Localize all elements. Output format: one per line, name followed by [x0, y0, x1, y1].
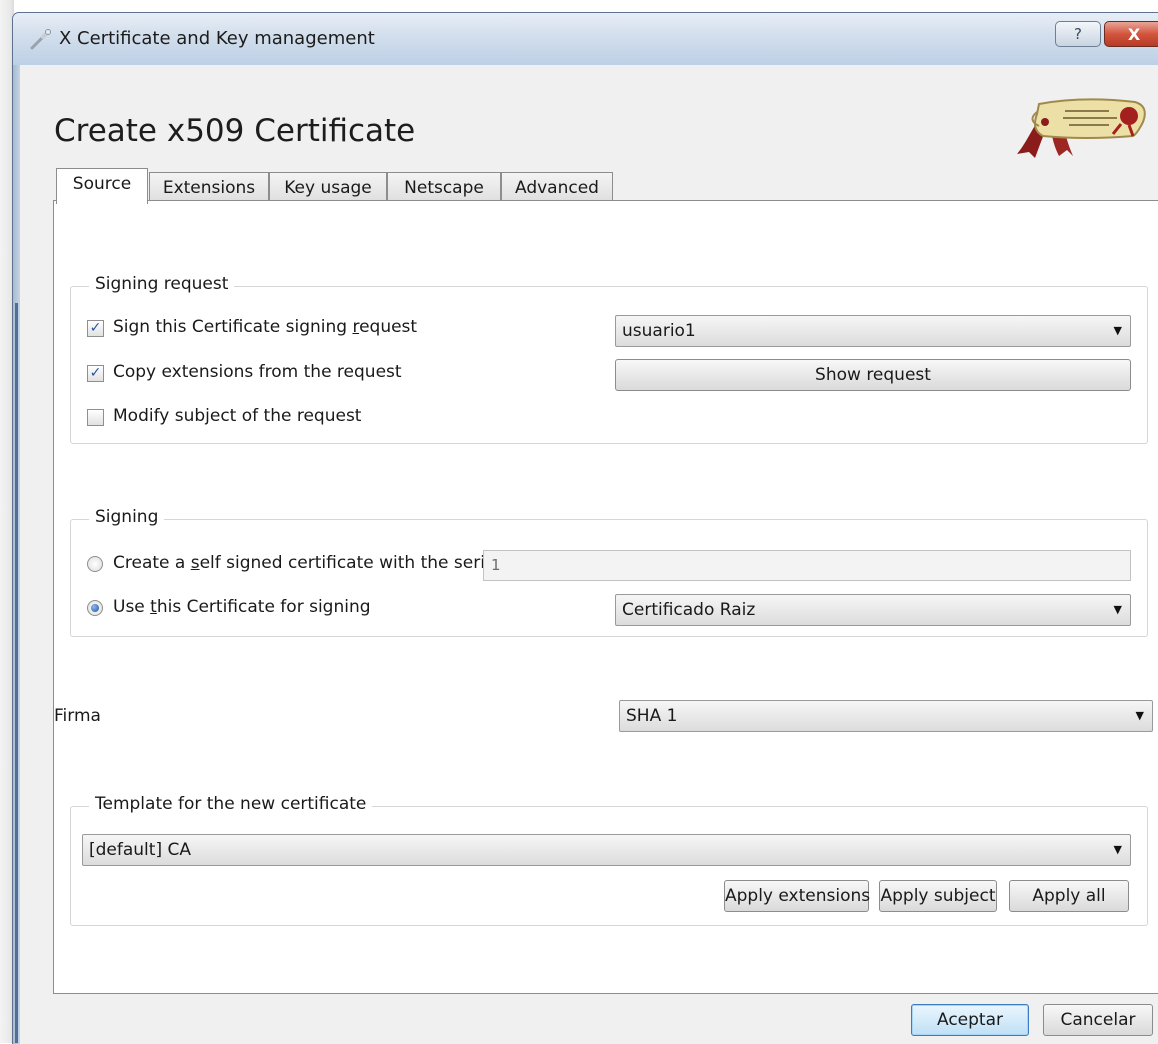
sign-csr-label[interactable]: Sign this Certificate signing request — [113, 317, 417, 337]
sign-csr-checkbox[interactable]: ✓ — [87, 320, 104, 337]
signing-request-group: Signing request ✓ Sign this Certificate … — [70, 274, 1148, 444]
firma-select[interactable]: SHA 1 ▼ — [619, 700, 1153, 732]
dialog-client-area: Create x509 Certificate Source Extension… — [20, 65, 1158, 1044]
self-signed-radio[interactable] — [87, 556, 103, 572]
chevron-down-icon: ▼ — [1113, 603, 1122, 616]
chevron-down-icon: ▼ — [1113, 843, 1122, 856]
chevron-down-icon: ▼ — [1113, 324, 1122, 337]
template-select[interactable]: [default] CA ▼ — [82, 834, 1131, 866]
template-group: Template for the new certificate [defaul… — [70, 794, 1148, 926]
modify-subject-checkbox[interactable] — [87, 409, 104, 426]
close-button[interactable]: X — [1104, 21, 1158, 47]
dialog-window: X Certificate and Key management ? X Cre… — [12, 12, 1158, 1044]
template-title: Template for the new certificate — [89, 794, 373, 814]
apply-extensions-button[interactable]: Apply extensions — [724, 880, 870, 912]
copy-extensions-checkbox[interactable]: ✓ — [87, 365, 104, 382]
request-select[interactable]: usuario1 ▼ — [615, 315, 1131, 347]
help-button[interactable]: ? — [1055, 21, 1101, 47]
serial-field[interactable]: 1 — [483, 550, 1131, 581]
tab-source[interactable]: Source — [56, 168, 148, 204]
title-bar[interactable]: X Certificate and Key management ? X — [13, 13, 1158, 65]
chevron-down-icon: ▼ — [1135, 709, 1144, 722]
copy-extensions-label[interactable]: Copy extensions from the request — [113, 362, 402, 382]
apply-subject-button[interactable]: Apply subject — [879, 880, 997, 912]
signing-request-title: Signing request — [89, 274, 235, 294]
apply-all-button[interactable]: Apply all — [1009, 880, 1129, 912]
signing-title: Signing — [89, 507, 165, 527]
window-title: X Certificate and Key management — [59, 28, 375, 49]
modify-subject-label[interactable]: Modify subject of the request — [113, 406, 361, 426]
signing-group: Signing Create a self signed certificate… — [70, 507, 1148, 637]
show-request-button[interactable]: Show request — [615, 359, 1131, 391]
ok-button[interactable]: Aceptar — [911, 1004, 1029, 1036]
firma-label: Firma — [54, 706, 101, 726]
use-cert-label[interactable]: Use this Certificate for signing — [113, 597, 371, 617]
certificate-seal-logo — [1017, 98, 1146, 158]
source-tab-pane: Signing request ✓ Sign this Certificate … — [53, 200, 1158, 994]
signing-cert-select[interactable]: Certificado Raiz ▼ — [615, 594, 1131, 626]
cancel-button[interactable]: Cancelar — [1043, 1004, 1153, 1036]
window-frame-accent — [15, 303, 18, 1043]
use-cert-radio[interactable] — [87, 600, 103, 616]
dialog-heading: Create x509 Certificate — [54, 113, 416, 149]
self-signed-label[interactable]: Create a self signed certificate with th… — [113, 553, 500, 573]
certificate-key-icon — [30, 29, 51, 50]
